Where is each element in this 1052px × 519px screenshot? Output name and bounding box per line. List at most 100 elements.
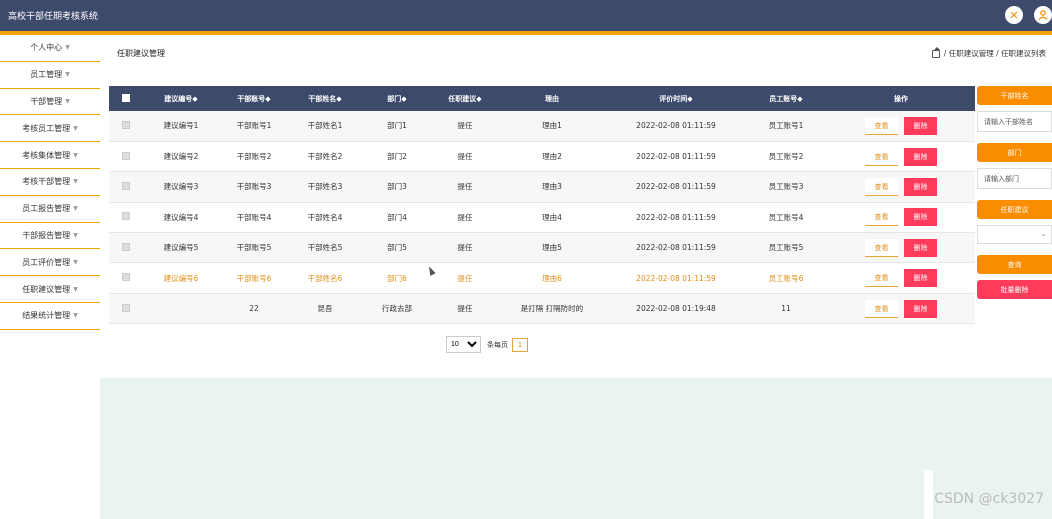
row-actions: 查看 删除	[827, 293, 975, 325]
sidebar-item[interactable]: 结果统计管理 ▼	[0, 303, 100, 330]
app-title: 高校干部任期考核系统	[8, 12, 99, 22]
bulk-delete-button[interactable]: 批量删除	[977, 280, 1052, 299]
table-cell: 部门5	[361, 232, 433, 264]
row-select-cell	[109, 111, 143, 142]
page-number-button[interactable]: 1	[512, 337, 528, 352]
department-input[interactable]: 请输入部门	[977, 168, 1052, 189]
header-select-all[interactable]	[109, 86, 143, 111]
delete-button[interactable]: 删除	[904, 299, 937, 318]
row-checkbox[interactable]	[122, 151, 130, 160]
breadcrumb-text[interactable]: / 任职建议管理 / 任职建议列表	[944, 48, 1046, 59]
table-cell: 22	[219, 293, 289, 325]
search-button[interactable]: 查询	[977, 255, 1052, 274]
view-button[interactable]: 查看	[865, 147, 898, 166]
sidebar-item[interactable]: 个人中心 ▼	[0, 35, 100, 62]
table-cell: 2022-02-08 01:11:59	[607, 232, 745, 264]
column-header[interactable]: 理由	[497, 86, 607, 111]
row-checkbox[interactable]	[122, 303, 130, 312]
cadre-name-input[interactable]: 请输入干部姓名	[977, 111, 1052, 132]
table-row[interactable]: 建议编号3 干部账号3 干部姓名3 部门3 提任 理由3 2022-02-08 01:11:…	[109, 171, 975, 203]
view-button[interactable]: 查看	[865, 238, 898, 257]
view-button[interactable]: 查看	[865, 116, 898, 135]
table-cell: 提任	[433, 111, 497, 142]
chevron-down-icon: ▼	[65, 97, 70, 105]
delete-button[interactable]: 删除	[904, 116, 937, 135]
suggestion-label: 任职建议	[977, 200, 1052, 219]
table-cell: 提任	[433, 202, 497, 234]
sidebar-item-label: 结果统计管理	[22, 311, 71, 321]
row-select-cell	[109, 293, 143, 325]
sidebar-item-label: 员工报告管理	[22, 204, 71, 214]
table-cell: 2022-02-08 01:11:59	[607, 202, 745, 234]
view-button[interactable]: 查看	[865, 177, 898, 196]
delete-button[interactable]: 删除	[904, 238, 937, 257]
column-header[interactable]: 建议编号◆	[143, 86, 219, 111]
user-icon[interactable]	[1034, 6, 1052, 24]
delete-button[interactable]: 删除	[904, 177, 937, 196]
table-cell: 干部账号3	[219, 171, 289, 203]
select-all-checkbox[interactable]	[122, 93, 130, 102]
table-cell: 昆吾	[289, 293, 361, 325]
row-checkbox[interactable]	[122, 181, 130, 190]
row-checkbox[interactable]	[122, 273, 130, 282]
table-cell: 员工账号3	[745, 171, 827, 203]
chevron-down-icon: ▼	[73, 285, 78, 293]
sidebar-item[interactable]: 考核员工管理 ▼	[0, 115, 100, 143]
sidebar-item-label: 个人中心	[30, 43, 63, 53]
sidebar-item[interactable]: 考核集体管理 ▼	[0, 142, 100, 169]
table-cell: 部门4	[361, 202, 433, 234]
table-row[interactable]: 22 昆吾 行政去部 提任 是打隔 打隔防时的 2022-02-08 01:19:48 11…	[109, 293, 975, 325]
table-cell: 理由5	[497, 232, 607, 264]
data-table: 建议编号◆ 干部账号◆ 干部姓名◆ 部门◆ 任职建议◆ 理由 评价时间◆ 员工账号◆ 操作 建议…	[109, 86, 975, 325]
sidebar: 个人中心 ▼ 员工管理 ▼ 干部管理 ▼ 考核员工管理 ▼ 考核集体管理 ▼ 考核干部管理 ▼ 员工报告…	[0, 35, 100, 330]
top-bar: 高校干部任期考核系统 ✕	[0, 0, 1052, 35]
table-row[interactable]: 建议编号4 干部账号4 干部姓名4 部门4 提任 理由4 2022-02-08 01:11:…	[109, 202, 975, 234]
sidebar-item[interactable]: 员工评价管理 ▼	[0, 249, 100, 277]
table-cell: 部门1	[361, 111, 433, 142]
table-cell: 11	[745, 293, 827, 325]
sidebar-item[interactable]: 干部管理 ▼	[0, 89, 100, 116]
sidebar-item[interactable]: 考核干部管理 ▼	[0, 169, 100, 196]
table-cell: 理由1	[497, 111, 607, 142]
column-header[interactable]: 员工账号◆	[745, 86, 827, 111]
delete-button[interactable]: 删除	[904, 147, 937, 166]
column-header[interactable]: 干部姓名◆	[289, 86, 361, 111]
row-checkbox[interactable]	[122, 212, 130, 221]
view-button[interactable]: 查看	[865, 208, 898, 227]
sidebar-item[interactable]: 任职建议管理 ▼	[0, 276, 100, 303]
chevron-down-icon: ▼	[73, 205, 78, 213]
chevron-down-icon: ▼	[73, 258, 78, 266]
column-header[interactable]: 干部账号◆	[219, 86, 289, 111]
table-cell: 干部姓名5	[289, 232, 361, 264]
suggestion-select[interactable]	[977, 225, 1052, 244]
sidebar-item[interactable]: 员工报告管理 ▼	[0, 196, 100, 223]
page-size-select[interactable]: 10	[446, 336, 481, 353]
table-row[interactable]: 建议编号6 干部账号6 干部姓名6 部门6 提任 理由6 2022-02-08 01:11:…	[109, 262, 975, 294]
sidebar-item[interactable]: 员工管理 ▼	[0, 62, 100, 89]
page-title: 任职建议管理	[117, 49, 165, 58]
table-cell: 部门2	[361, 141, 433, 173]
column-header[interactable]: 评价时间◆	[607, 86, 745, 111]
view-button[interactable]: 查看	[865, 269, 898, 288]
table-cell: 干部姓名3	[289, 171, 361, 203]
table-row[interactable]: 建议编号2 干部账号2 干部姓名2 部门2 提任 理由2 2022-02-08 01:11:…	[109, 141, 975, 173]
column-header[interactable]: 部门◆	[361, 86, 433, 111]
table-cell: 理由4	[497, 202, 607, 234]
close-icon[interactable]: ✕	[1005, 6, 1023, 24]
table-row[interactable]: 建议编号5 干部账号5 干部姓名5 部门5 提任 理由5 2022-02-08 01:11:…	[109, 232, 975, 264]
column-header[interactable]: 操作	[827, 86, 975, 111]
row-select-cell	[109, 232, 143, 264]
table-cell: 2022-02-08 01:11:59	[607, 141, 745, 173]
view-button[interactable]: 查看	[865, 299, 898, 318]
table-row[interactable]: 建议编号1 干部账号1 干部姓名1 部门1 提任 理由1 2022-02-08 01:11:…	[109, 111, 975, 142]
home-icon[interactable]	[931, 46, 940, 58]
row-checkbox[interactable]	[122, 242, 130, 251]
column-header[interactable]: 任职建议◆	[433, 86, 497, 111]
delete-button[interactable]: 删除	[904, 208, 937, 227]
table-cell: 干部账号1	[219, 111, 289, 142]
sidebar-item[interactable]: 干部报告管理 ▼	[0, 223, 100, 250]
delete-button[interactable]: 删除	[904, 269, 937, 288]
table-cell: 员工账号1	[745, 111, 827, 142]
row-checkbox[interactable]	[122, 120, 130, 129]
table-cell: 理由2	[497, 141, 607, 173]
